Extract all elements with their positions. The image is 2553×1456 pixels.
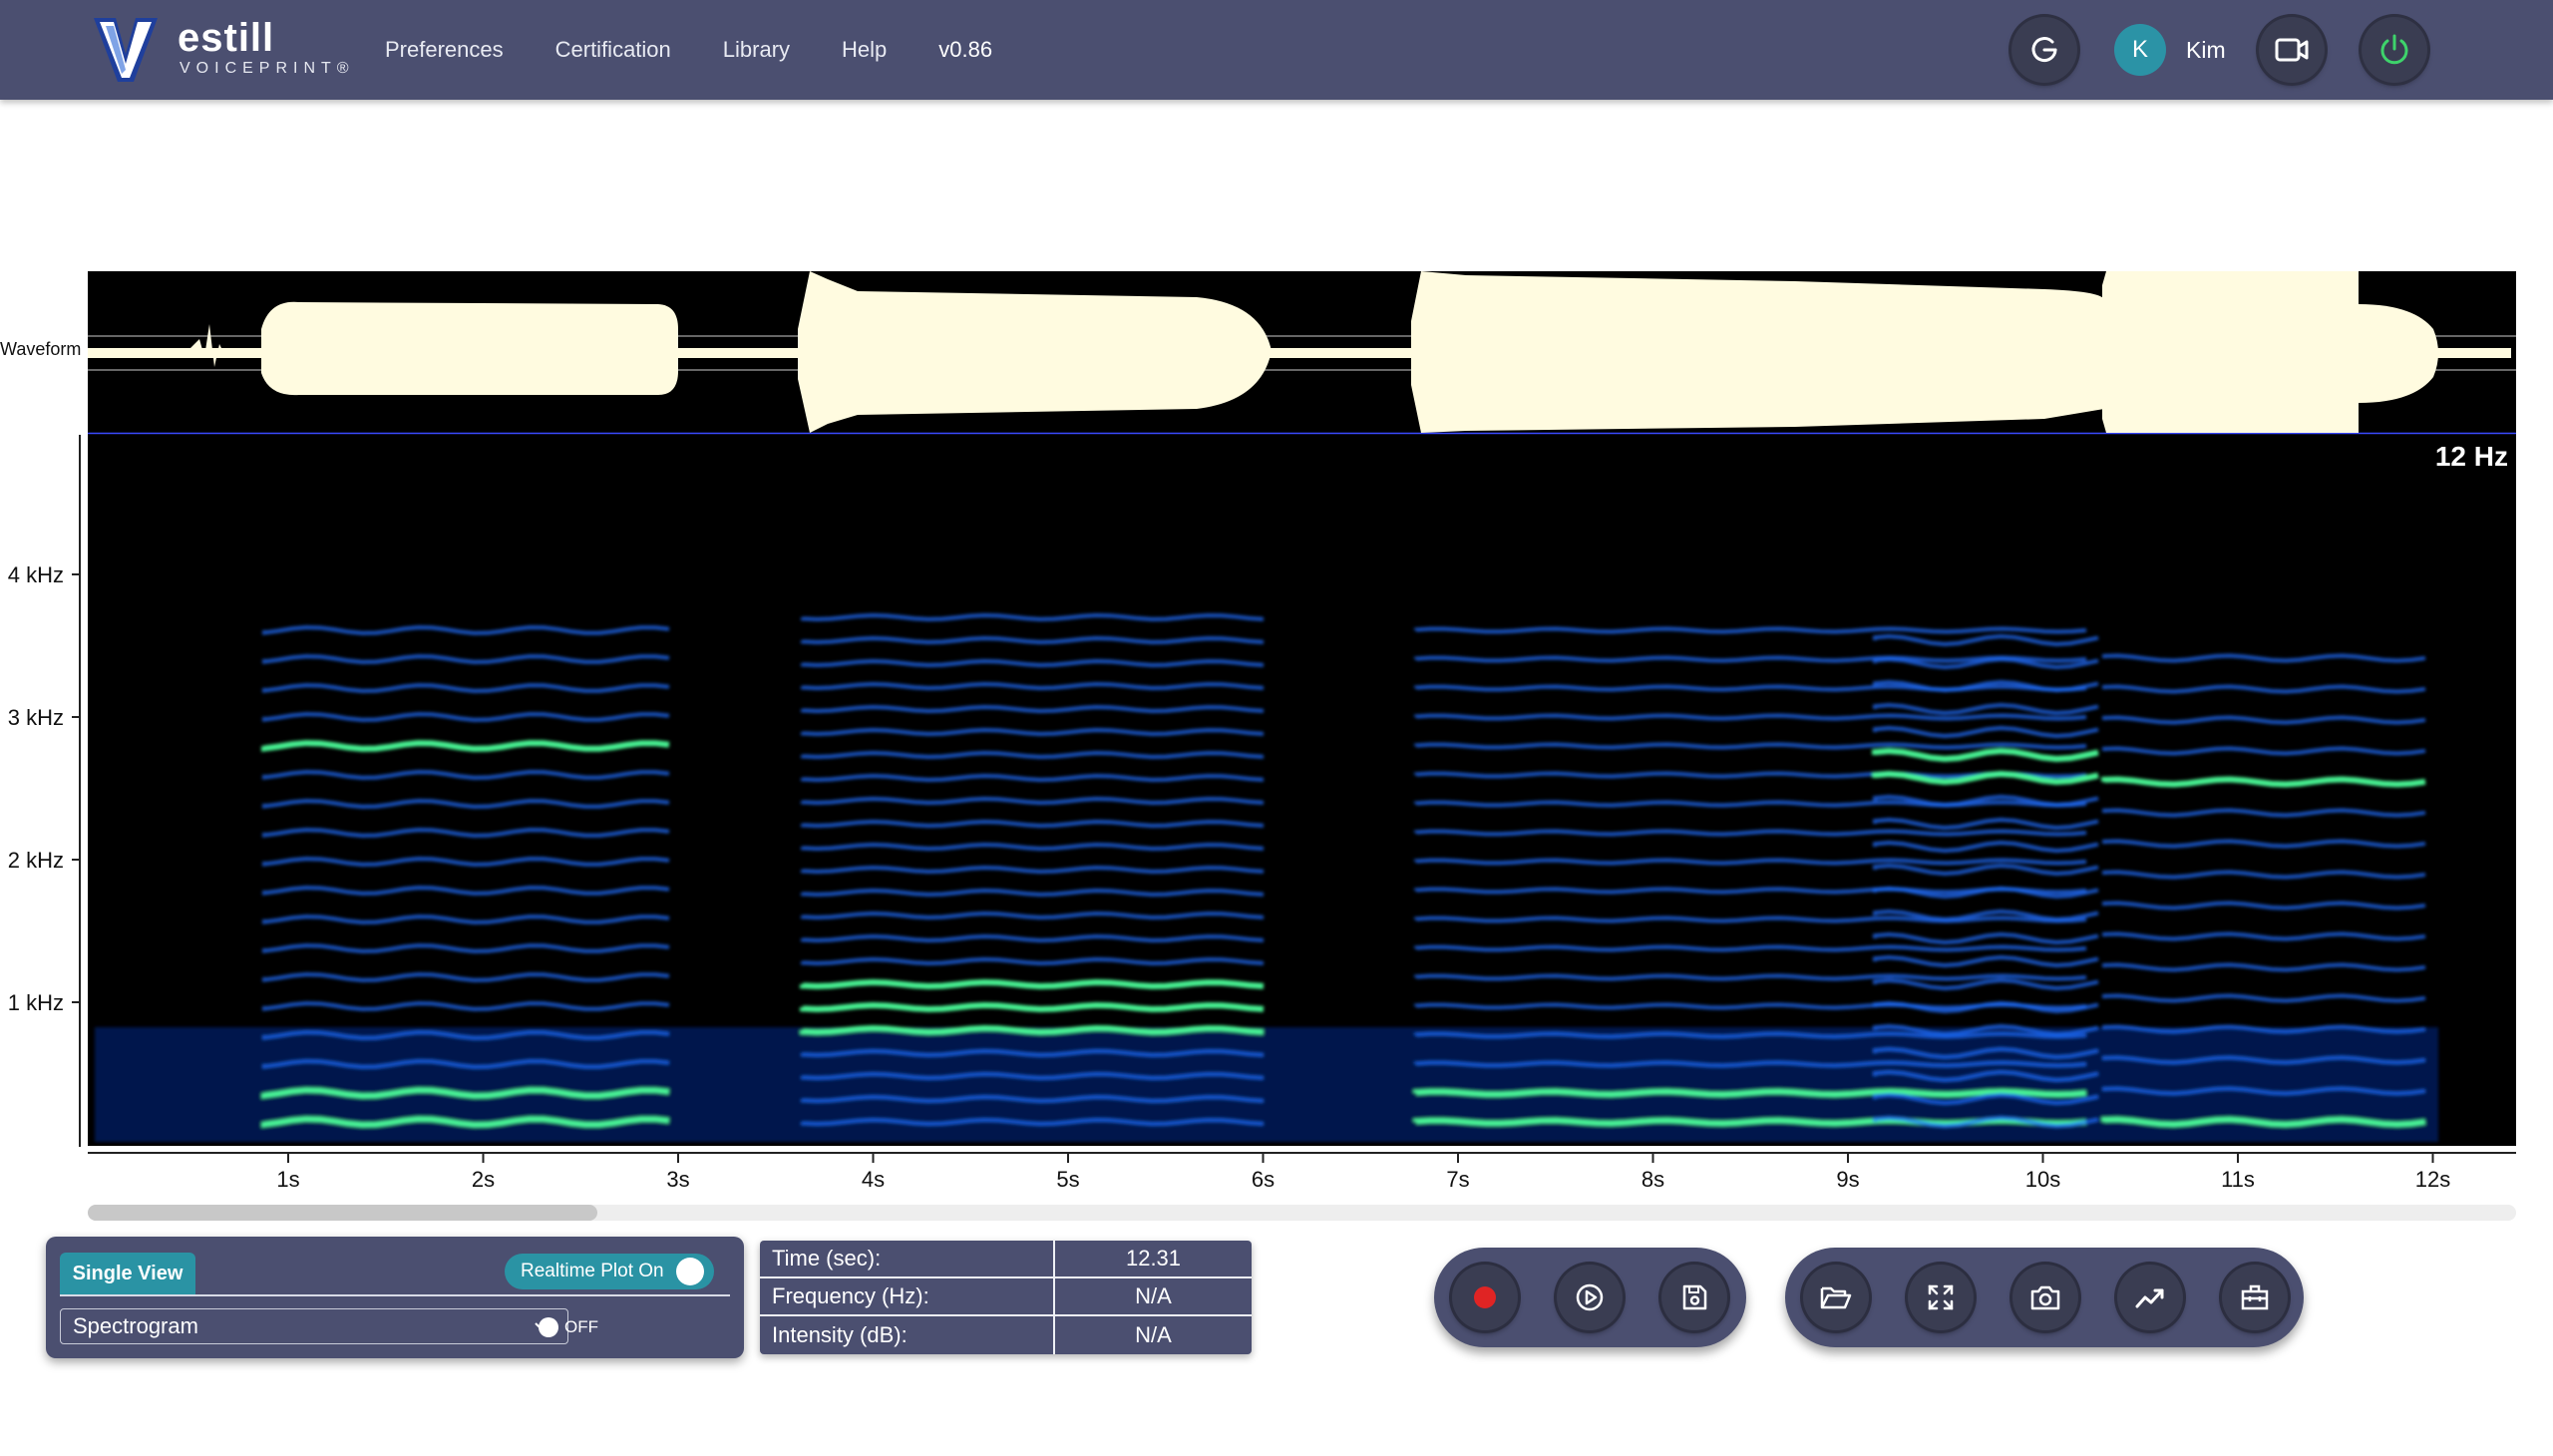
- video-button[interactable]: [2259, 17, 2325, 83]
- overlay-toggle[interactable]: OFF: [535, 1314, 606, 1340]
- frequency-readout: 12 Hz: [2434, 441, 2508, 472]
- time-label: Time (sec):: [760, 1241, 1055, 1276]
- frequency-label: Frequency (Hz):: [760, 1278, 1055, 1314]
- user-name: Kim: [2186, 36, 2226, 63]
- nav-preferences[interactable]: Preferences: [385, 37, 504, 63]
- x-tick-label: 2s: [472, 1167, 495, 1192]
- nav-help[interactable]: Help: [842, 37, 887, 63]
- fullscreen-button[interactable]: [1908, 1265, 1974, 1330]
- time-value: 12.31: [1125, 1246, 1182, 1271]
- x-tick-label: 5s: [1056, 1167, 1079, 1192]
- y-tick-label: 1 kHz: [8, 990, 64, 1015]
- tool-controls: [1785, 1248, 2304, 1347]
- spectrogram-plot[interactable]: 4 kHz 3 kHz 2 kHz 1 kHz 1s 2s 3s 4s 5s 6s 7s 8s 9s 1…: [0, 269, 2553, 1207]
- realtime-toggle-knob: [675, 1258, 704, 1285]
- main-nav: Preferences Certification Library Help v…: [385, 0, 992, 100]
- open-file-button[interactable]: [1803, 1265, 1869, 1330]
- record-button[interactable]: [1452, 1265, 1518, 1330]
- x-tick-label: 6s: [1252, 1167, 1275, 1192]
- view-type-value: Spectrogram: [73, 1313, 198, 1338]
- x-tick-label: 9s: [1836, 1167, 1859, 1192]
- logo-mark-icon: [94, 18, 158, 82]
- cursor-info-table: Time (sec): 12.31 Frequency (Hz): N/A In…: [760, 1241, 1252, 1354]
- power-icon: [2380, 34, 2408, 65]
- save-icon: [1682, 1284, 1707, 1310]
- nav-library[interactable]: Library: [723, 37, 790, 63]
- view-panel: Single View Realtime Plot On Spectrogram…: [46, 1237, 744, 1358]
- intensity-label: Intensity (dB):: [760, 1316, 1055, 1354]
- table-row: Frequency (Hz): N/A: [760, 1278, 1252, 1316]
- save-button[interactable]: [1661, 1265, 1727, 1330]
- transport-controls: [1434, 1248, 1746, 1347]
- brand-tagline: VOICEPRINT®: [180, 60, 355, 77]
- analysis-button[interactable]: [2117, 1265, 2183, 1330]
- x-tick-label: 10s: [2025, 1167, 2060, 1192]
- brand-name: estill: [178, 16, 275, 60]
- timeline-scrollbar[interactable]: [88, 1205, 2516, 1221]
- x-tick-label: 7s: [1446, 1167, 1469, 1192]
- y-tick-label: 4 kHz: [8, 562, 64, 587]
- trend-line-icon: [2135, 1288, 2164, 1308]
- top-bar: estill VOICEPRINT® Preferences Certifica…: [0, 0, 2553, 100]
- table-row: Time (sec): 12.31: [760, 1241, 1252, 1278]
- table-row: Intensity (dB): N/A: [760, 1316, 1252, 1354]
- timeline-scroll-thumb[interactable]: [88, 1205, 598, 1221]
- overlay-toggle-label: OFF: [564, 1317, 598, 1336]
- x-tick-label: 3s: [666, 1167, 689, 1192]
- toolbox-button[interactable]: [2222, 1265, 2288, 1330]
- camera-icon: [2030, 1285, 2060, 1310]
- power-button[interactable]: [2362, 17, 2427, 83]
- nav-certification[interactable]: Certification: [555, 37, 671, 63]
- logo[interactable]: estill VOICEPRINT®: [90, 14, 359, 86]
- x-tick-label: 12s: [2415, 1167, 2450, 1192]
- intensity-value: N/A: [1135, 1322, 1172, 1347]
- y-tick-label: 2 kHz: [8, 848, 64, 873]
- refresh-icon: [2031, 37, 2057, 63]
- snapshot-button[interactable]: [2012, 1265, 2078, 1330]
- refresh-button[interactable]: [2011, 17, 2077, 83]
- realtime-plot-label: Realtime Plot On: [521, 1261, 664, 1281]
- view-type-select[interactable]: Spectrogram: [60, 1308, 568, 1344]
- x-tick-label: 4s: [862, 1167, 885, 1192]
- toolbox-icon: [2241, 1284, 2269, 1310]
- realtime-plot-toggle[interactable]: Realtime Plot On: [505, 1254, 714, 1289]
- user-menu[interactable]: K Kim: [2114, 24, 2226, 76]
- record-icon: [1474, 1286, 1496, 1308]
- y-tick-label: 3 kHz: [8, 705, 64, 730]
- fullscreen-icon: [1928, 1284, 1954, 1310]
- x-tick-label: 8s: [1641, 1167, 1664, 1192]
- overlay-toggle-knob: [539, 1317, 558, 1337]
- video-camera-icon: [2275, 38, 2309, 62]
- play-icon: [1576, 1283, 1604, 1311]
- frequency-value: N/A: [1135, 1283, 1172, 1308]
- avatar: K: [2114, 24, 2166, 76]
- version-label: v0.86: [938, 37, 993, 62]
- play-button[interactable]: [1557, 1265, 1623, 1330]
- tab-single-view[interactable]: Single View: [60, 1253, 195, 1294]
- folder-open-icon: [1820, 1286, 1852, 1309]
- x-tick-label: 1s: [276, 1167, 299, 1192]
- x-tick-label: 11s: [2221, 1167, 2255, 1192]
- tab-divider: [60, 1294, 730, 1296]
